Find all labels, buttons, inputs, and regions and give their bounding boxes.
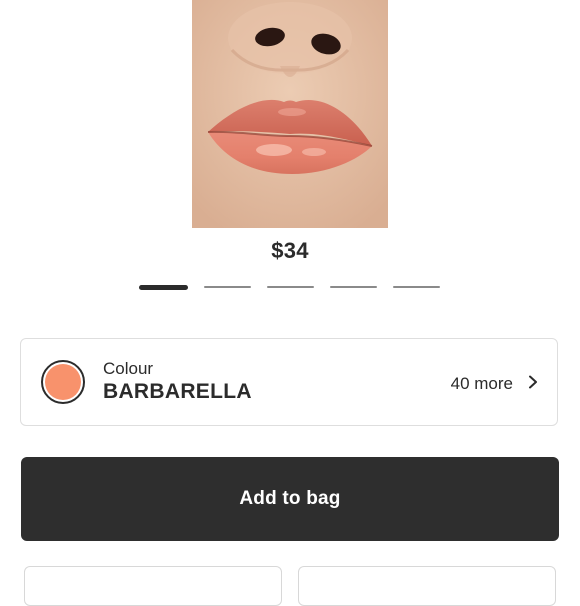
colour-label: Colour [103,359,154,378]
add-to-bag-button[interactable]: Add to bag [21,457,559,541]
secondary-button-left[interactable] [24,566,282,606]
carousel-dot[interactable] [139,284,188,290]
image-carousel-indicator [139,284,440,290]
colour-name: BARBARELLA [103,380,252,403]
carousel-dot[interactable] [393,286,440,288]
carousel-dot[interactable] [330,286,377,288]
carousel-dot[interactable] [204,286,251,288]
colour-swatch-fill [45,364,81,400]
colour-selector[interactable]: Colour BARBARELLA 40 more [20,338,558,426]
more-colours-count: 40 more [450,374,513,393]
product-price: $34 [271,238,309,263]
secondary-button-right[interactable] [298,566,556,606]
chevron-right-icon [529,375,537,389]
product-image[interactable] [192,0,388,228]
carousel-dot[interactable] [267,286,314,288]
colour-swatch [41,360,85,404]
lips-image [192,0,388,228]
